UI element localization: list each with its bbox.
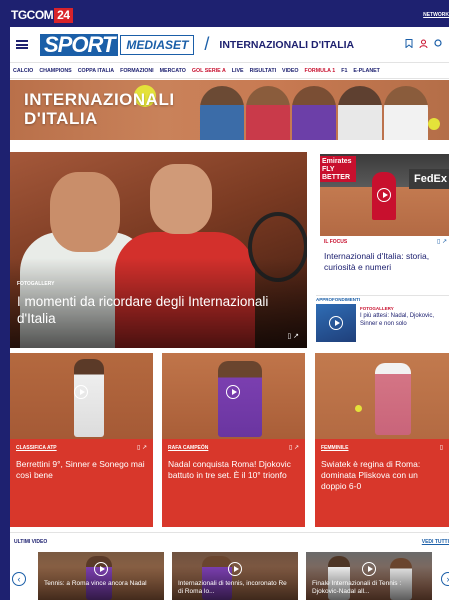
bookmark-icon[interactable]: ▯ ↗ — [437, 238, 447, 245]
video-card-3[interactable]: Finale Internazionali di Tennis : Djokov… — [306, 552, 432, 600]
banner-player-1 — [200, 86, 244, 140]
nav-item-gol-serie-a[interactable]: GOL SERIE A — [192, 68, 226, 74]
hero-face-right — [150, 164, 212, 234]
card-2-title: Nadal conquista Roma! Djokovic battuto i… — [168, 459, 291, 480]
approfondimenti-tag: FOTOGALLERY — [360, 306, 394, 311]
logo-mediaset-text: MEDIASET — [120, 34, 195, 55]
card-2-footer[interactable]: RAFA CAMPEÓN ▯ ↗ Nadal conquista Roma! D… — [162, 439, 305, 527]
network-link[interactable]: NETWORK — [423, 12, 449, 18]
main-nav: CALCIO CHAMPIONS COPPA ITALIA FORMAZIONI… — [10, 63, 449, 79]
carousel-prev-arrow-icon[interactable]: ‹ — [12, 572, 26, 586]
user-icon[interactable] — [419, 39, 428, 50]
banner-player-3 — [292, 86, 336, 140]
nav-item-coppa-italia[interactable]: COPPA ITALIA — [78, 68, 114, 74]
fedex-ad-board: FedEx — [409, 169, 449, 189]
header-separator: / — [204, 34, 210, 54]
hero-face-left — [50, 172, 120, 252]
banner-title: INTERNAZIONALI D'ITALIA — [24, 90, 175, 128]
video-card-2[interactable]: Internazionali di tennis, incoronato Re … — [172, 552, 298, 600]
card-3-tag: FEMMINILE — [321, 445, 349, 451]
focus-article-image[interactable]: Emirates FLY BETTER FedEx — [320, 154, 449, 236]
app-frame: TGCOM 24 NETWORK SPORT MEDIASET / INTERNA… — [0, 0, 449, 600]
see-all-videos-link[interactable]: VEDI TUTTI — [422, 539, 449, 545]
nav-item-video[interactable]: VIDEO — [282, 68, 298, 74]
nav-item-risultati[interactable]: RISULTATI — [250, 68, 276, 74]
card-1-tag: CLASSIFICA ATP — [16, 445, 57, 451]
bookmark-icon[interactable]: ▯ — [440, 444, 443, 451]
hero-tag: FOTOGALLERY — [17, 281, 55, 287]
card-1-image[interactable] — [10, 353, 153, 439]
top-bar: TGCOM 24 NETWORK — [10, 6, 449, 24]
card-1-title: Berrettini 9°, Sinner e Sonego mai così … — [16, 459, 145, 480]
hero-actions: ▯ ↗ — [287, 332, 299, 340]
card-3-player — [375, 363, 411, 435]
emirates-ad-board: Emirates FLY BETTER — [320, 156, 356, 182]
bookmark-icon[interactable] — [405, 39, 413, 50]
nav-item-champions[interactable]: CHAMPIONS — [39, 68, 71, 74]
card-2-player — [218, 361, 262, 437]
play-icon[interactable] — [94, 562, 108, 576]
nav-item-e-planet[interactable]: E-PLANET — [353, 68, 380, 74]
share-icon[interactable]: ↗ — [293, 333, 299, 340]
banner-title-line2: D'ITALIA — [24, 109, 98, 128]
page-content: SPORT MEDIASET / INTERNAZIONALI D'ITALIA… — [10, 27, 449, 600]
play-icon[interactable] — [329, 316, 343, 330]
play-icon[interactable] — [362, 562, 376, 576]
card-2-tag: RAFA CAMPEÓN — [168, 445, 209, 451]
card-1-footer[interactable]: CLASSIFICA ATP ▯ ↗ Berrettini 9°, Sinner… — [10, 439, 153, 527]
hero-title: I momenti da ricordare degli Internazion… — [17, 294, 269, 326]
banner-title-line1: INTERNAZIONALI — [24, 90, 175, 109]
banner-player-4 — [338, 86, 382, 140]
play-icon[interactable] — [228, 562, 242, 576]
nav-item-live[interactable]: LIVE — [232, 68, 244, 74]
nav-item-formula-1[interactable]: FORMULA 1 — [305, 68, 336, 74]
bookmark-icon[interactable]: ▯ ↗ — [137, 444, 147, 451]
approfondimenti-thumbnail — [316, 304, 356, 342]
logo-sport-text: SPORT — [40, 33, 119, 56]
play-icon[interactable] — [226, 385, 240, 399]
tennis-ball-graphic — [355, 405, 362, 412]
nav-item-calcio[interactable]: CALCIO — [13, 68, 33, 74]
banner-player-5 — [384, 86, 428, 140]
section-title: INTERNAZIONALI D'ITALIA — [219, 38, 355, 51]
tennis-ball-graphic-small — [428, 118, 440, 130]
focus-tag: IL FOCUS — [324, 239, 348, 245]
sport-mediaset-logo[interactable]: SPORT MEDIASET — [40, 33, 195, 56]
carousel-next-arrow-icon[interactable]: › — [441, 572, 449, 586]
nav-item-mercato[interactable]: MERCATO — [160, 68, 186, 74]
latest-videos-title: ULTIMI VIDEO — [14, 539, 48, 545]
tgcom-logo-text: TGCOM — [10, 7, 55, 23]
tgcom24-logo[interactable]: TGCOM 24 — [10, 7, 73, 23]
play-icon[interactable] — [74, 385, 88, 399]
focus-title[interactable]: Internazionali d'Italia: storia, curiosi… — [324, 251, 444, 273]
banner-player-2 — [246, 86, 290, 140]
video-1-title: Tennis: a Roma vince ancora Nadal — [44, 580, 147, 587]
card-3-title: Swiatek è regina di Roma: dominata Plisk… — [321, 459, 421, 491]
video-1-shade — [38, 552, 164, 600]
bookmark-icon[interactable]: ▯ — [287, 333, 291, 340]
approfondimenti-label: APPROFONDIMENTI — [316, 297, 361, 302]
site-header: SPORT MEDIASET / INTERNAZIONALI D'ITALIA — [10, 27, 449, 63]
play-icon[interactable] — [377, 188, 391, 202]
nav-item-formazioni[interactable]: FORMAZIONI — [120, 68, 154, 74]
card-2-image[interactable] — [162, 353, 305, 439]
video-card-1[interactable]: Tennis: a Roma vince ancora Nadal — [38, 552, 164, 600]
tournament-banner[interactable]: INTERNAZIONALI D'ITALIA — [10, 80, 449, 140]
card-3-footer[interactable]: FEMMINILE ▯ Swiatek è regina di Roma: do… — [315, 439, 449, 527]
video-3-title: Finale Internazionali di Tennis : Djokov… — [312, 580, 402, 595]
nav-item-f1[interactable]: F1 — [341, 68, 347, 74]
card-3-image[interactable] — [315, 353, 449, 439]
hero-article[interactable]: FOTOGALLERY I momenti da ricordare degli… — [10, 152, 307, 348]
video-2-title: Internazionali di tennis, incoronato Re … — [178, 580, 287, 595]
tgcom-logo-number: 24 — [54, 7, 73, 23]
hamburger-menu-icon[interactable] — [16, 40, 28, 49]
approfondimenti-title: I più attesi: Nadal, Djokovic, Sinner e … — [360, 313, 435, 327]
bookmark-icon[interactable]: ▯ ↗ — [289, 444, 299, 451]
search-icon[interactable] — [434, 39, 443, 50]
header-icons — [405, 39, 443, 50]
approfondimenti-block[interactable]: APPROFONDIMENTI FOTOGALLERY I più attesi… — [316, 295, 449, 342]
